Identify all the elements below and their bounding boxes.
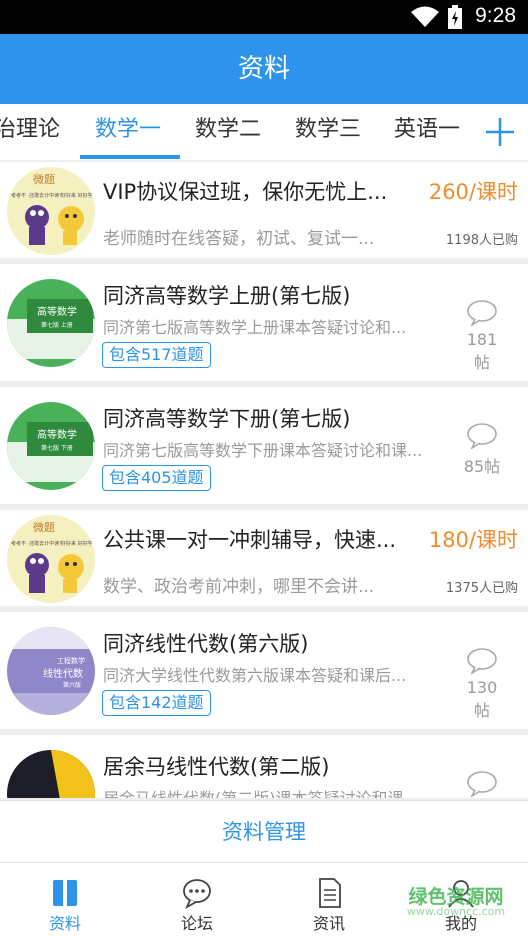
- nav-materials[interactable]: 资料: [10, 863, 120, 936]
- page-title: 资料: [0, 34, 528, 104]
- nav-forum[interactable]: 论坛: [142, 863, 252, 936]
- item-price: 180/课时: [428, 528, 518, 552]
- item-title: VIP协议保过班，保你无忧上...: [103, 180, 388, 204]
- tab-politics[interactable]: 治理论: [0, 104, 60, 160]
- item-title: 同济高等数学下册(第七版): [103, 407, 351, 431]
- nav-label: 论坛: [180, 914, 213, 933]
- comment-icon: [467, 648, 497, 674]
- book-line2: 第七版 下册: [41, 444, 73, 452]
- thumb-right-text: 好好来 好好学: [61, 540, 93, 547]
- book-icon: [53, 880, 77, 906]
- tab-bar: 治理论 数学一 数学二 数学三 英语一: [0, 104, 528, 160]
- add-tab-icon[interactable]: [484, 116, 516, 148]
- watermark-url: www.downcc.com: [406, 905, 506, 918]
- tab-math-3[interactable]: 数学三: [295, 104, 361, 160]
- nav-news[interactable]: 资讯: [274, 863, 384, 936]
- list-item[interactable]: 微题 考考不 ·还敢去计中读? 好好来 好好学 公共课一对一冲刺辅导，快速...…: [0, 510, 528, 606]
- list-item[interactable]: 居余马线性代数(第二版) 居余马线性代数(第二版)课本答疑讨论和课...: [0, 735, 528, 798]
- item-description: 同济第七版高等数学下册课本答疑讨论和课...: [103, 441, 423, 460]
- book-thumbnail: 工程数学 线性代数 第六版: [7, 627, 95, 715]
- buyer-count: 1198人已购: [445, 233, 518, 248]
- item-description: 老师随时在线答疑，初试、复试一...: [103, 229, 375, 249]
- tab-math-2[interactable]: 数学二: [195, 104, 261, 160]
- item-description: 同济第七版高等数学上册课本答疑讨论和...: [103, 318, 407, 337]
- item-description: 同济大学线性代数第六版课本答疑和课后...: [103, 666, 407, 685]
- material-list: 微题 考考不 ·还敢去计中读? 好好来 好好学 VIP协议保过班，保你无忧上..…: [0, 162, 528, 798]
- list-item[interactable]: 工程数学 线性代数 第六版 同济线性代数(第六版) 同济大学线性代数第六版课本答…: [0, 612, 528, 729]
- clock: 9:28: [475, 4, 516, 27]
- post-count: 130帖: [466, 678, 498, 720]
- item-description: 数学、政治考前冲刺，哪里不会讲...: [103, 577, 375, 597]
- post-count: 85帖: [463, 457, 501, 476]
- item-title: 同济高等数学上册(第七版): [103, 284, 351, 308]
- book-line1: 高等数学: [37, 305, 77, 318]
- item-title: 公共课一对一冲刺辅导，快速...: [103, 528, 397, 552]
- item-price: 260/课时: [428, 180, 518, 204]
- status-bar: 9:28: [0, 0, 528, 34]
- list-item[interactable]: 高等数学 第七版 上册 同济高等数学上册(第七版) 同济第七版高等数学上册课本答…: [0, 264, 528, 381]
- course-thumbnail: 微题 考考不 ·还敢去计中读? 好好来 好好学: [7, 167, 95, 255]
- course-thumbnail: 微题 考考不 ·还敢去计中读? 好好来 好好学: [7, 515, 95, 603]
- item-title: 同济线性代数(第六版): [103, 632, 309, 656]
- book-line1: 工程数学: [57, 656, 85, 665]
- thumb-side-text: 考考不 ·还敢去计中读?: [11, 540, 62, 547]
- tab-english-1[interactable]: 英语一: [394, 104, 460, 160]
- thumb-top-text: 微题: [33, 172, 55, 186]
- thumb-side-text: 考考不 ·还敢去计中读?: [11, 192, 62, 199]
- document-icon: [319, 878, 341, 908]
- item-title: 居余马线性代数(第二版): [103, 755, 330, 779]
- item-description: 居余马线性代数(第二版)课本答疑讨论和课...: [103, 785, 448, 798]
- buyer-count: 1375人已购: [445, 581, 518, 596]
- tab-math-1[interactable]: 数学一: [95, 104, 161, 160]
- list-item[interactable]: 微题 考考不 ·还敢去计中读? 好好来 好好学 VIP协议保过班，保你无忧上..…: [0, 162, 528, 258]
- book-line2: 线性代数: [43, 667, 83, 680]
- book-thumbnail: 高等数学 第七版 下册: [7, 402, 95, 490]
- book-thumbnail: [7, 750, 95, 798]
- thumb-right-text: 好好来 好好学: [61, 192, 93, 199]
- manage-materials-button[interactable]: 资料管理: [0, 800, 528, 863]
- question-count-badge: 包含517道题: [102, 342, 211, 368]
- battery-icon: [448, 5, 462, 29]
- book-line1: 高等数学: [37, 428, 77, 441]
- comment-icon: [467, 771, 497, 797]
- list-item[interactable]: 高等数学 第七版 下册 同济高等数学下册(第七版) 同济第七版高等数学下册课本答…: [0, 387, 528, 504]
- nav-label: 资料: [48, 914, 81, 933]
- active-tab-indicator: [80, 155, 180, 159]
- question-count-badge: 包含142道题: [102, 690, 211, 716]
- chat-icon: [183, 879, 211, 909]
- book-thumbnail: 高等数学 第七版 上册: [7, 279, 95, 367]
- book-line2: 第七版 上册: [41, 321, 73, 329]
- comment-icon: [467, 423, 497, 449]
- wifi-icon: [411, 6, 439, 27]
- post-count: 181帖: [466, 330, 498, 372]
- thumb-top-text: 微题: [33, 520, 55, 534]
- nav-label: 资讯: [312, 914, 345, 933]
- book-line3: 第六版: [63, 681, 81, 689]
- question-count-badge: 包含405道题: [102, 465, 211, 491]
- comment-icon: [467, 300, 497, 326]
